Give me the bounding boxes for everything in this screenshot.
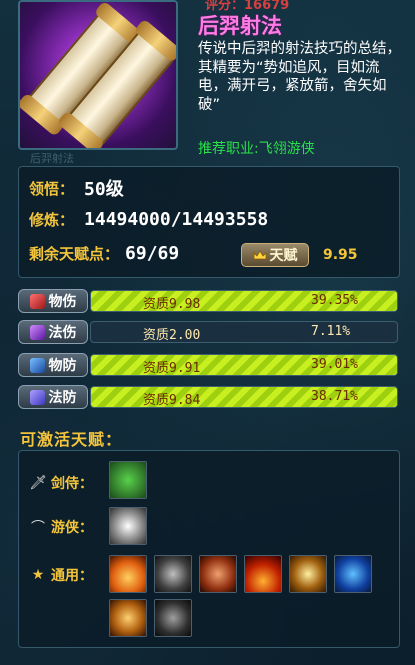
star-icon: ★ xyxy=(31,567,45,583)
talent-tile-general-7[interactable] xyxy=(109,599,147,637)
lightning-icon xyxy=(29,324,45,340)
general-row: ★ 通用： xyxy=(29,565,93,585)
attr-quality: 资质9.98 xyxy=(143,297,201,312)
talent-tile-general-3[interactable] xyxy=(199,555,237,593)
sword-icon xyxy=(29,293,45,309)
comprehension-value: 50级 xyxy=(84,179,124,200)
attr-percent: 7.11% xyxy=(311,324,351,339)
crown-icon xyxy=(253,250,266,260)
attr-percent: 39.01% xyxy=(311,357,358,372)
talent-tile-general-1[interactable] xyxy=(109,555,147,593)
talent-tile-general-8[interactable] xyxy=(154,599,192,637)
talent-tile-sword[interactable] xyxy=(109,461,147,499)
talent-score: 9.95 xyxy=(323,247,358,263)
skill-book-icon xyxy=(18,0,178,150)
shield-icon xyxy=(29,357,45,373)
activatable-panel: 🗡 剑侍： ⌒ 游侠： ★ 通用： xyxy=(18,450,400,648)
talent-tile-general-2[interactable] xyxy=(154,555,192,593)
cultivation-value: 14494000/14493558 xyxy=(84,209,269,230)
talent-points-value: 69/69 xyxy=(125,243,180,264)
ranger-row: ⌒ 游侠： xyxy=(29,517,93,537)
general-label: 通用： xyxy=(51,568,93,584)
skill-name: 后羿射法 xyxy=(198,14,282,38)
dagger-icon: 🗡 xyxy=(29,475,47,491)
faded-title: 后羿射法 xyxy=(30,152,74,165)
comprehension-label: 领悟： xyxy=(29,179,75,198)
cultivation-label: 修炼： xyxy=(29,211,75,229)
activatable-title: 可激活天赋： xyxy=(20,430,123,449)
attr-label: 物伤 xyxy=(48,294,77,310)
bow-icon: ⌒ xyxy=(31,520,45,536)
attr-physical-defense: 物防 资质9.91 39.01% xyxy=(18,353,398,377)
ranger-label: 游侠： xyxy=(51,520,93,536)
talent-tile-general-4[interactable] xyxy=(244,555,282,593)
attr-label: 法伤 xyxy=(48,325,77,341)
skill-description: 传说中后羿的射法技巧的总结，其精要为“势如追风，目如流电，满开弓，紧放箭，舍矢如… xyxy=(198,41,401,113)
attr-physical-attack: 物伤 资质9.98 39.35% xyxy=(18,289,398,313)
swordsman-row: 🗡 剑侍： xyxy=(29,473,93,493)
attr-quality: 资质2.00 xyxy=(143,328,201,343)
attr-label: 法防 xyxy=(48,390,77,406)
attr-magic-defense: 法防 资质9.84 38.71% xyxy=(18,385,398,409)
attr-magic-attack: 法伤 资质2.00 7.11% xyxy=(18,320,398,344)
talent-button[interactable]: 天赋 xyxy=(241,243,309,267)
attr-quality: 资质9.91 xyxy=(143,361,201,376)
info-panel: 领悟： 50级 修炼： 14494000/14493558 剩余天赋点： 69/… xyxy=(18,166,400,278)
attr-percent: 39.35% xyxy=(311,293,358,308)
recommended-class: 推荐职业:飞翎游侠 xyxy=(198,141,315,157)
talent-tile-general-6[interactable] xyxy=(334,555,372,593)
attr-label: 物防 xyxy=(48,358,77,374)
attr-percent: 38.71% xyxy=(311,389,358,404)
attr-quality: 资质9.84 xyxy=(143,393,201,408)
talent-tile-general-5[interactable] xyxy=(289,555,327,593)
talent-tile-ranger[interactable] xyxy=(109,507,147,545)
talent-points-label: 剩余天赋点： xyxy=(29,245,120,263)
swordsman-label: 剑侍： xyxy=(51,476,93,492)
wing-icon xyxy=(29,389,45,405)
talent-button-label: 天赋 xyxy=(269,248,298,264)
